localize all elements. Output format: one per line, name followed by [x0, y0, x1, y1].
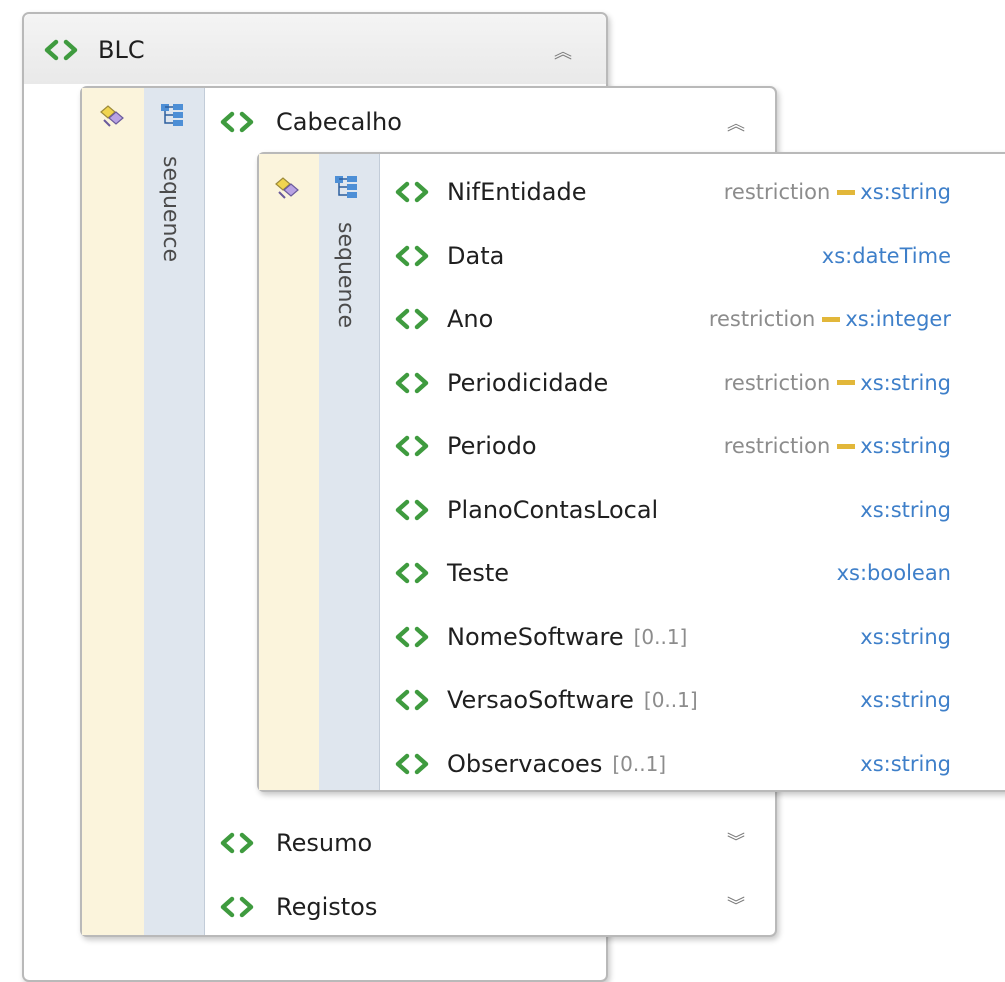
blc-header[interactable]: BLC ︽ — [24, 14, 606, 84]
element-name: Periodicidade — [447, 368, 609, 397]
cabecalho-content-box: sequence NifEntidade restriction xs:stri… — [257, 152, 1005, 792]
sequence-label: sequence — [333, 222, 358, 329]
element-icon — [220, 896, 254, 918]
element-row-ano[interactable]: Ano restriction xs:integer — [379, 299, 951, 339]
type-info: xs:string — [860, 490, 951, 530]
occurrence-label: [0..1] — [633, 624, 688, 649]
blc-element-name: BLC — [98, 36, 145, 64]
cabecalho-element-name: Cabecalho — [276, 108, 402, 136]
annotation-icon — [100, 105, 124, 127]
type-info: restriction xs:string — [724, 363, 951, 403]
element-row-periodo[interactable]: Periodo restriction xs:string — [379, 426, 951, 466]
type-info: xs:dateTime — [822, 236, 951, 276]
element-icon — [220, 111, 254, 133]
element-icon — [44, 39, 78, 61]
element-row-periodicidade[interactable]: Periodicidade restriction xs:string — [379, 363, 951, 403]
restriction-label: restriction — [723, 434, 831, 458]
element-icon — [395, 562, 429, 584]
type-link[interactable]: xs:string — [860, 434, 951, 458]
element-icon — [395, 245, 429, 266]
type-info: restriction xs:string — [724, 172, 951, 212]
type-info: xs:string — [860, 617, 951, 657]
element-icon — [395, 308, 429, 330]
element-name: Ano — [447, 305, 494, 333]
type-link[interactable]: xs:string — [860, 371, 951, 395]
occurrence-label: [0..1] — [643, 688, 698, 712]
collapse-chevron-icon[interactable]: ︽ — [554, 38, 572, 64]
occurrence-label: [0..1] — [612, 751, 667, 776]
element-name: Data — [447, 241, 505, 270]
sequence-icon — [335, 176, 357, 198]
type-info: restriction xs:integer — [709, 299, 951, 339]
type-info: xs:string — [860, 680, 951, 720]
element-name: VersaoSoftware — [447, 686, 634, 714]
element-name: Observacoes — [447, 749, 603, 778]
annotation-strip — [82, 88, 145, 935]
element-row-nifentidade[interactable]: NifEntidade restriction xs:string — [379, 172, 951, 212]
element-icon — [395, 626, 429, 647]
collapse-chevron-icon[interactable]: ︽ — [727, 110, 745, 136]
type-info: restriction xs:string — [724, 426, 951, 466]
element-row-observacoes[interactable]: Observacoes [0..1] xs:string — [379, 744, 951, 784]
element-icon — [220, 832, 254, 854]
type-link[interactable]: xs:string — [860, 752, 951, 776]
element-row-registos[interactable]: Registos ︾ — [204, 884, 775, 930]
sequence-label: sequence — [158, 156, 183, 263]
type-link[interactable]: xs:string — [860, 180, 951, 204]
sequence-icon — [161, 104, 183, 126]
annotation-strip — [259, 154, 320, 790]
type-info: xs:string — [860, 744, 951, 784]
type-link[interactable]: xs:dateTime — [822, 244, 951, 268]
element-row-versaosoftware[interactable]: VersaoSoftware [0..1] xs:string — [379, 680, 951, 720]
element-row-planocontaslocal[interactable]: PlanoContasLocal xs:string — [379, 490, 951, 530]
type-link[interactable]: xs:boolean — [837, 561, 951, 585]
type-link[interactable]: xs:integer — [845, 307, 951, 331]
element-icon — [395, 181, 429, 203]
element-icon — [395, 753, 429, 774]
element-name: PlanoContasLocal — [447, 495, 659, 524]
element-icon — [395, 372, 429, 393]
restriction-label: restriction — [723, 370, 831, 395]
element-row-nomesoftware[interactable]: NomeSoftware [0..1] xs:string — [379, 617, 951, 657]
restriction-dash-icon — [822, 316, 841, 322]
sequence-compositor[interactable]: sequence — [319, 154, 380, 790]
element-row-data[interactable]: Data xs:dateTime — [379, 236, 951, 276]
type-info: xs:boolean — [837, 553, 951, 593]
element-name: Periodo — [447, 432, 537, 460]
element-name: Registos — [276, 893, 378, 921]
element-name: Teste — [447, 559, 510, 587]
restriction-dash-icon — [837, 443, 856, 449]
element-icon — [395, 689, 429, 711]
expand-chevron-icon[interactable]: ︾ — [727, 828, 745, 854]
type-link[interactable]: xs:string — [860, 498, 951, 522]
annotation-icon — [275, 177, 299, 199]
cabecalho-header[interactable]: Cabecalho ︽ — [204, 88, 775, 158]
restriction-dash-icon — [837, 380, 856, 385]
expand-chevron-icon[interactable]: ︾ — [727, 892, 745, 918]
element-name: NomeSoftware — [447, 622, 624, 651]
element-icon — [395, 499, 429, 520]
restriction-dash-icon — [837, 189, 856, 195]
sequence-compositor[interactable]: sequence — [144, 88, 205, 935]
element-name: NifEntidade — [447, 178, 587, 206]
element-name: Resumo — [276, 829, 373, 857]
restriction-label: restriction — [708, 307, 816, 331]
restriction-label: restriction — [723, 180, 831, 204]
element-list: NifEntidade restriction xs:string Data x… — [379, 154, 1005, 790]
element-row-resumo[interactable]: Resumo ︾ — [204, 820, 775, 866]
element-row-teste[interactable]: Teste xs:boolean — [379, 553, 951, 593]
type-link[interactable]: xs:string — [860, 625, 951, 649]
type-link[interactable]: xs:string — [860, 688, 951, 712]
element-icon — [395, 435, 429, 457]
